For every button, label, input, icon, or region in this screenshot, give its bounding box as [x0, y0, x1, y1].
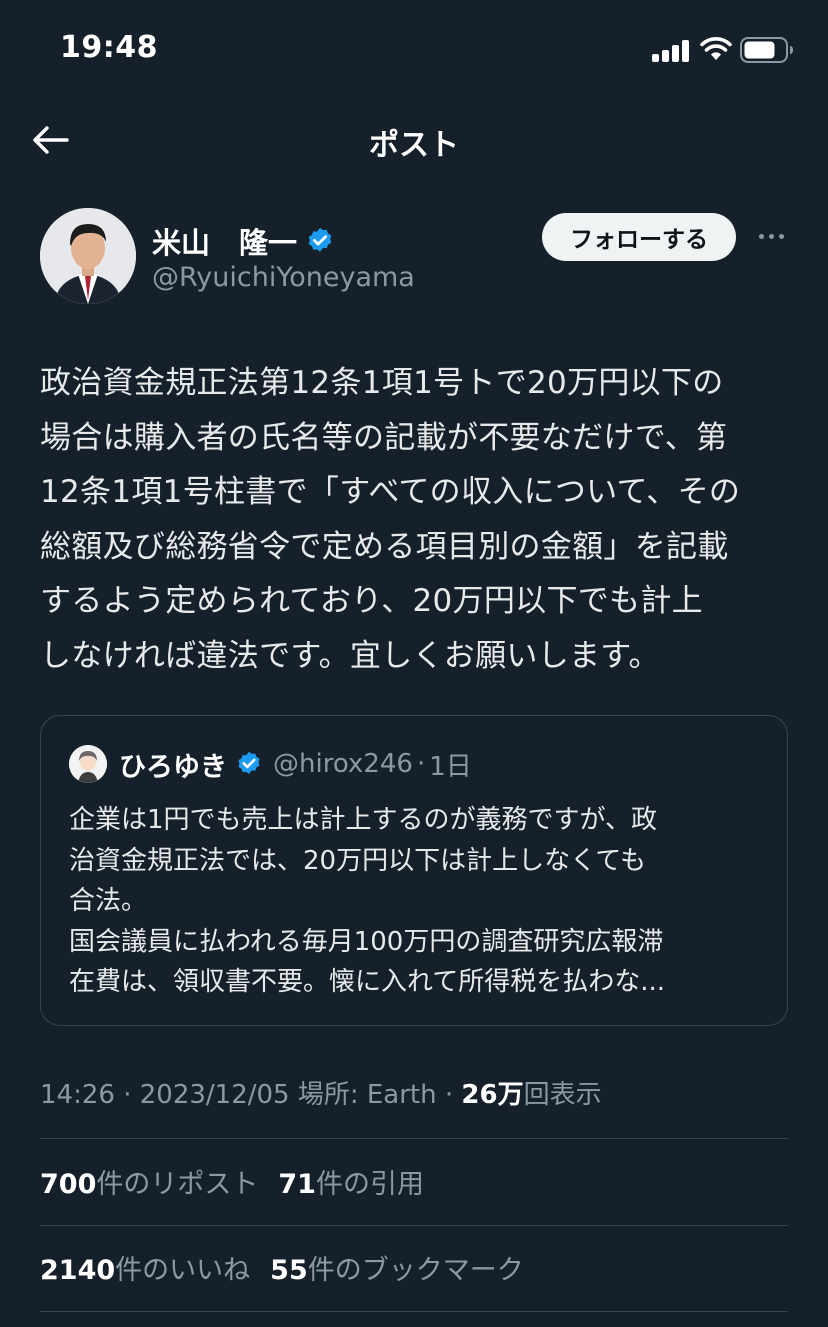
separator-dot: ·	[416, 749, 426, 779]
quoted-post-header: ひろゆき @hirox246 · 1日	[69, 744, 472, 784]
quoted-post-time: 1日	[429, 751, 472, 782]
author-name[interactable]: 米山 隆一	[152, 220, 335, 262]
divider	[40, 1311, 788, 1312]
views-count: 26万	[461, 1080, 524, 1110]
bookmarks-label: 件のブックマーク	[307, 1255, 524, 1286]
reposts-stat[interactable]: 700件のリポスト	[40, 1169, 258, 1200]
likes-stat[interactable]: 2140件のいいね	[40, 1255, 250, 1286]
quotes-stat[interactable]: 71件の引用	[278, 1169, 424, 1200]
post-time: 14:26	[40, 1080, 115, 1110]
quoted-post-text: 企業は1円でも売上は計上するのが義務ですが、政 治資金規正法では、20万円以下は…	[69, 800, 769, 1003]
bookmarks-stat[interactable]: 55件のブックマーク	[270, 1255, 524, 1286]
cellular-signal-icon	[652, 40, 690, 62]
post-meta: 14:26 · 2023/12/05 場所: Earth · 26万回表示	[40, 1074, 602, 1111]
author-handle[interactable]: @RyuichiYoneyama	[152, 262, 415, 293]
post-detail-screen: 19:48 ポスト 米山 隆一 @RyuichiYoneyama フォローする …	[0, 0, 828, 1327]
post-text-line: 場合は購入者の氏名等の記載が不要なだけで、第	[40, 419, 728, 456]
reposts-label: 件のリポスト	[96, 1169, 259, 1200]
follow-button[interactable]: フォローする	[542, 213, 736, 261]
divider	[40, 1138, 788, 1139]
top-navigation-bar: ポスト	[0, 100, 828, 180]
quoted-text-line: 企業は1円でも売上は計上するのが義務ですが、政	[69, 805, 658, 835]
divider	[40, 1225, 788, 1226]
separator-dot: ·	[114, 1080, 140, 1110]
post-text-line: 総額及び総務省令で定める項目別の金額」を記載	[40, 528, 729, 565]
post-date: 2023/12/05	[139, 1080, 290, 1110]
views-label: 回表示	[523, 1080, 602, 1110]
verified-badge-icon	[308, 227, 332, 252]
author-row: 米山 隆一 @RyuichiYoneyama フォローする	[40, 208, 800, 308]
post-text-line: 12条1項1号柱書で「すべての収入について、その	[40, 474, 741, 510]
repost-stats-row: 700件のリポスト 71件の引用	[40, 1162, 444, 1201]
battery-icon	[740, 37, 793, 63]
author-avatar[interactable]	[40, 208, 136, 304]
post-text-line: しなければ違法です。宜しくお願いします。	[40, 637, 660, 674]
quotes-label: 件の引用	[315, 1169, 424, 1200]
post-text: 政治資金規正法第12条1項1号トで20万円以下の 場合は購入者の氏名等の記載が不…	[40, 356, 800, 683]
quoted-text-line: 国会議員に払われる毎月100万円の調査研究広報滞	[69, 926, 664, 957]
like-stats-row: 2140件のいいね 55件のブックマーク	[40, 1248, 544, 1287]
post-text-line: するよう定められており、20万円以下でも計上	[40, 583, 703, 619]
author-name-text: 米山 隆一	[152, 226, 298, 260]
reposts-count: 700	[40, 1169, 97, 1200]
quoted-author-avatar	[69, 745, 107, 783]
likes-count: 2140	[40, 1255, 116, 1286]
author-photo	[40, 208, 136, 304]
verified-badge-icon	[238, 751, 260, 774]
quotes-count: 71	[278, 1169, 316, 1200]
more-options-icon[interactable]	[748, 216, 794, 256]
status-bar: 19:48	[0, 0, 828, 100]
quoted-author-name: ひろゆき	[119, 751, 227, 783]
quoted-text-line: 治資金規正法では、20万円以下は計上しなくても	[69, 845, 647, 876]
quoted-post-card[interactable]: ひろゆき @hirox246 · 1日 企業は1円でも売上は計上するのが義務です…	[40, 715, 788, 1026]
post-text-line: 政治資金規正法第12条1項1号トで20万円以下の	[40, 365, 724, 401]
quoted-text-line: 合法。	[69, 886, 148, 916]
separator-dot: ·	[436, 1080, 462, 1110]
bookmarks-count: 55	[270, 1255, 308, 1286]
wifi-icon	[700, 37, 732, 60]
status-time: 19:48	[60, 30, 158, 65]
page-title: ポスト	[369, 128, 459, 163]
post-location: 場所: Earth	[289, 1080, 437, 1110]
quoted-text-line: 在費は、領収書不要。懐に入れて所得税を払わな...	[69, 967, 666, 997]
likes-label: 件のいいね	[115, 1255, 251, 1286]
quoted-author-handle: @hirox246	[273, 749, 413, 779]
